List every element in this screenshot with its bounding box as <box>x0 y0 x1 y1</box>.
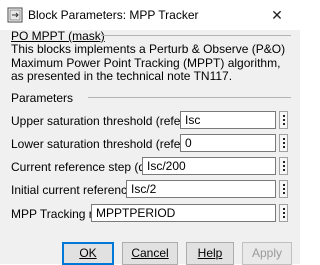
tracking-rate-menu-button[interactable] <box>279 204 288 222</box>
close-icon: ✕ <box>271 7 283 23</box>
apply-button-label: Apply <box>251 246 283 260</box>
window-title: Block Parameters: MPP Tracker <box>28 8 199 22</box>
tracking-rate-field[interactable]: MPPTPERIOD <box>91 204 276 222</box>
cancel-button[interactable]: Cancel <box>122 242 178 265</box>
reference-step-menu-button[interactable] <box>279 157 288 175</box>
initial-reference-field[interactable]: Isc/2 <box>126 180 276 198</box>
reference-step-field[interactable]: Isc/200 <box>142 157 276 175</box>
upper-threshold-field[interactable]: Isc <box>180 111 276 129</box>
ok-button-label: OK <box>79 246 97 260</box>
parameters-separator <box>88 97 291 98</box>
apply-button: Apply <box>242 242 292 265</box>
initial-reference-label: Initial current reference <box>11 183 134 197</box>
ok-button[interactable]: OK <box>62 242 114 265</box>
help-button-label: Help <box>197 246 223 260</box>
cancel-button-label: Cancel <box>131 246 169 260</box>
lower-threshold-menu-button[interactable] <box>279 134 288 152</box>
dialog-body: PO MPPT (mask) This blocks implements a … <box>0 29 300 265</box>
parameters-heading: Parameters <box>11 91 74 105</box>
title-bar: Block Parameters: MPP Tracker ✕ <box>0 0 300 30</box>
help-button[interactable]: Help <box>186 242 234 265</box>
block-parameters-dialog: Block Parameters: MPP Tracker ✕ PO MPPT … <box>0 0 300 265</box>
lower-threshold-field[interactable]: 0 <box>180 134 276 152</box>
initial-reference-menu-button[interactable] <box>279 180 288 198</box>
simulink-block-icon <box>7 7 23 23</box>
mask-separator <box>101 35 291 36</box>
upper-threshold-menu-button[interactable] <box>279 111 288 129</box>
mask-description: This blocks implements a Perturb & Obser… <box>11 42 286 83</box>
close-button[interactable]: ✕ <box>254 0 300 30</box>
mask-heading: PO MPPT (mask) <box>11 29 105 43</box>
